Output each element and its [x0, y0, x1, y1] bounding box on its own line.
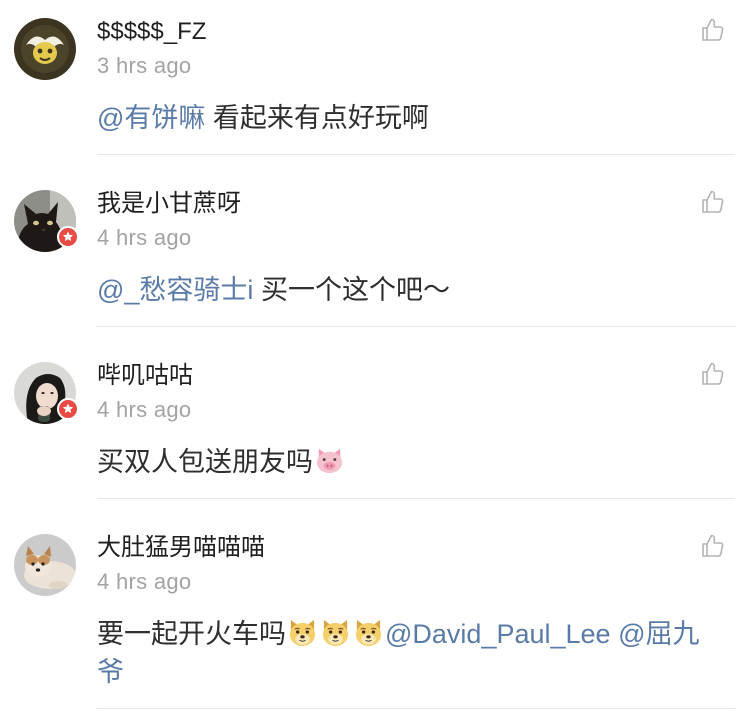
mention-link[interactable]: @David_Paul_Lee: [385, 619, 611, 649]
comment-content: $$$$$_FZ 3 hrs ago @有饼嘛 看起来有点好玩啊: [97, 0, 735, 155]
avatar[interactable]: [14, 18, 76, 80]
doge-emoji-icon: [320, 617, 351, 648]
thumbs-up-icon: [702, 534, 724, 557]
like-button[interactable]: [700, 361, 726, 387]
comment-username[interactable]: 大肚猛男喵喵喵: [97, 533, 715, 563]
comment-time: 3 hrs ago: [97, 53, 192, 78]
comment-content: 哔叽咕咕 4 hrs ago 买双人包送朋友吗: [97, 327, 735, 499]
thumbs-up-icon: [702, 18, 724, 41]
comment-item: 大肚猛男喵喵喵 4 hrs ago 要一起开火车吗 @David_Paul_Le…: [0, 499, 750, 709]
comment-body: @_愁容骑士i 买一个这个吧～: [97, 271, 715, 309]
comment-item: $$$$$_FZ 3 hrs ago @有饼嘛 看起来有点好玩啊: [0, 0, 750, 155]
emblem-avatar-icon: [14, 18, 76, 80]
comment-time: 4 hrs ago: [97, 569, 192, 594]
comment-text: 要一起开火车吗: [97, 619, 286, 649]
comment-body: @有饼嘛 看起来有点好玩啊: [97, 99, 715, 137]
comment-content: 我是小甘蔗呀 4 hrs ago @_愁容骑士i 买一个这个吧～: [97, 155, 735, 327]
thumbs-up-icon: [702, 190, 724, 213]
comment-username[interactable]: 哔叽咕咕: [97, 361, 715, 391]
comment-body: 要一起开火车吗 @David_Paul_Lee @屈九爷: [97, 615, 715, 691]
comment-text: 看起来有点好玩啊: [205, 103, 429, 133]
comment-body: 买双人包送朋友吗: [97, 443, 715, 481]
verified-badge-icon: [57, 398, 79, 420]
comment-list: $$$$$_FZ 3 hrs ago @有饼嘛 看起来有点好玩啊 我是小甘蔗呀 …: [0, 0, 750, 709]
like-button[interactable]: [700, 189, 726, 215]
doge-emoji-icon: [353, 617, 384, 648]
avatar[interactable]: [14, 534, 76, 596]
comment-time: 4 hrs ago: [97, 397, 192, 422]
pig-emoji-icon: [314, 445, 345, 476]
comment-item: 我是小甘蔗呀 4 hrs ago @_愁容骑士i 买一个这个吧～: [0, 155, 750, 327]
mention-link[interactable]: @_愁容骑士i: [97, 275, 253, 305]
comment-text: [611, 619, 619, 649]
comment-username[interactable]: $$$$$_FZ: [97, 17, 715, 47]
comment-username[interactable]: 我是小甘蔗呀: [97, 189, 715, 219]
comment-time: 4 hrs ago: [97, 225, 192, 250]
thumbs-up-icon: [702, 362, 724, 385]
doge-emoji-icon: [287, 617, 318, 648]
comment-text: 买一个这个吧～: [253, 275, 450, 305]
comment-content: 大肚猛男喵喵喵 4 hrs ago 要一起开火车吗 @David_Paul_Le…: [97, 499, 735, 709]
verified-badge-icon: [57, 226, 79, 248]
dog-photo-avatar-icon: [14, 534, 76, 596]
mention-link[interactable]: @有饼嘛: [97, 103, 205, 133]
like-button[interactable]: [700, 17, 726, 43]
like-button[interactable]: [700, 533, 726, 559]
comment-item: 哔叽咕咕 4 hrs ago 买双人包送朋友吗: [0, 327, 750, 499]
comment-text: 买双人包送朋友吗: [97, 447, 313, 477]
